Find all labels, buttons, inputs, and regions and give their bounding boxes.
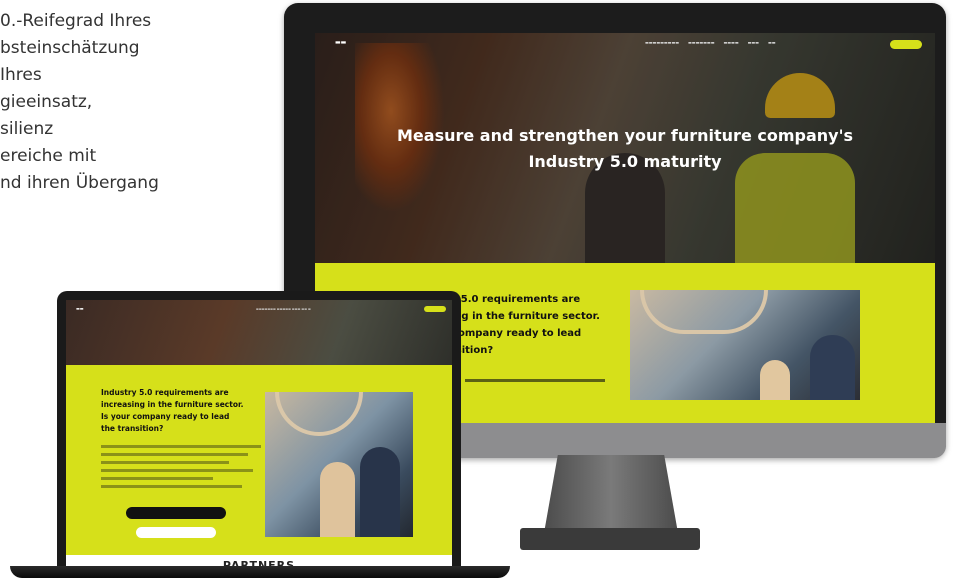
text-line — [101, 461, 229, 464]
heading-line: Is your company ready to lead — [101, 412, 230, 421]
left-text-line: Ihres — [0, 65, 42, 85]
heading-line: Industry 5.0 requirements are — [101, 388, 229, 397]
laptop-intro-text — [101, 445, 261, 493]
hero-title-line: Industry 5.0 maturity — [528, 152, 722, 171]
person-image — [810, 335, 855, 400]
text-line — [101, 453, 249, 456]
laptop-screen: ▬▬ ▬▬▬▬▬▬▬ ▬▬▬▬▬ ▬▬▬ ▬▬ ▬ Industry 5.0 r… — [66, 300, 452, 569]
laptop-hero: ▬▬ ▬▬▬▬▬▬▬ ▬▬▬▬▬ ▬▬▬ ▬▬ ▬ — [66, 300, 452, 365]
nav-cta-button[interactable] — [424, 306, 446, 312]
text-line — [101, 477, 213, 480]
left-text-line: ereiche mit — [0, 146, 97, 166]
person-image — [320, 462, 355, 537]
left-text-line: silienz — [0, 119, 54, 139]
left-text-line: gieeinsatz, — [0, 92, 93, 112]
secondary-cta-button[interactable] — [136, 527, 216, 538]
nav-links: ▬▬▬▬▬▬▬▬▬ ▬▬▬▬▬▬▬ ▬▬▬▬ ▬▬▬ ▬▬ — [645, 40, 785, 45]
left-text-line: bsteinschätzung — [0, 38, 140, 58]
laptop-base — [10, 566, 510, 578]
person-image — [360, 447, 400, 537]
nav-link[interactable]: ▬▬▬ — [748, 40, 759, 45]
top-navigation: ▬▬ ▬▬▬▬▬▬▬▬▬ ▬▬▬▬▬▬▬ ▬▬▬▬ ▬▬▬ ▬▬ — [315, 33, 935, 55]
site-logo[interactable]: ▬▬ — [335, 39, 346, 46]
text-line — [101, 469, 253, 472]
nav-link[interactable]: ▬▬▬▬▬▬▬ — [688, 40, 714, 45]
laptop: ▬▬ ▬▬▬▬▬▬▬ ▬▬▬▬▬ ▬▬▬ ▬▬ ▬ Industry 5.0 r… — [57, 291, 461, 569]
intro-text-line — [465, 379, 605, 382]
text-line — [101, 445, 261, 448]
monitor-base — [520, 528, 700, 550]
nav-cta-button[interactable] — [890, 40, 922, 49]
heading-line: increasing in the furniture sector. — [101, 400, 244, 409]
nav-links: ▬▬▬▬▬▬▬ ▬▬▬▬▬ ▬▬▬ ▬▬ ▬ — [256, 307, 311, 311]
laptop-intro-section: Industry 5.0 requirements are increasing… — [66, 365, 452, 555]
heading-line: the transition? — [101, 424, 164, 433]
left-text-block: 0.-Reifegrad Ihres bsteinschätzung Ihres… — [0, 8, 250, 197]
laptop-intro-heading: Industry 5.0 requirements are increasing… — [101, 387, 276, 435]
left-text-line: nd ihren Übergang — [0, 173, 159, 193]
hero-title-line: Measure and strengthen your furniture co… — [397, 126, 853, 145]
factory-photo — [630, 290, 860, 400]
wood-arch-image — [640, 290, 768, 334]
text-line — [101, 485, 242, 488]
primary-cta-button[interactable] — [126, 507, 226, 519]
left-text-line: 0.-Reifegrad Ihres — [0, 11, 152, 31]
hero-subtitle — [515, 186, 735, 198]
nav-link[interactable]: ▬▬ — [768, 40, 776, 45]
hero-section: ▬▬ ▬▬▬▬▬▬▬▬▬ ▬▬▬▬▬▬▬ ▬▬▬▬ ▬▬▬ ▬▬ Measure and… — [315, 33, 935, 263]
hero-title: Measure and strengthen your furniture co… — [355, 123, 895, 175]
nav-link[interactable]: ▬▬▬▬ — [723, 40, 738, 45]
person-image — [760, 360, 790, 400]
laptop-factory-photo — [265, 392, 413, 537]
wood-arch-image — [275, 392, 363, 436]
nav-link[interactable]: ▬▬▬▬▬▬▬▬▬ — [645, 40, 679, 45]
site-logo[interactable]: ▬▬ — [76, 306, 84, 311]
